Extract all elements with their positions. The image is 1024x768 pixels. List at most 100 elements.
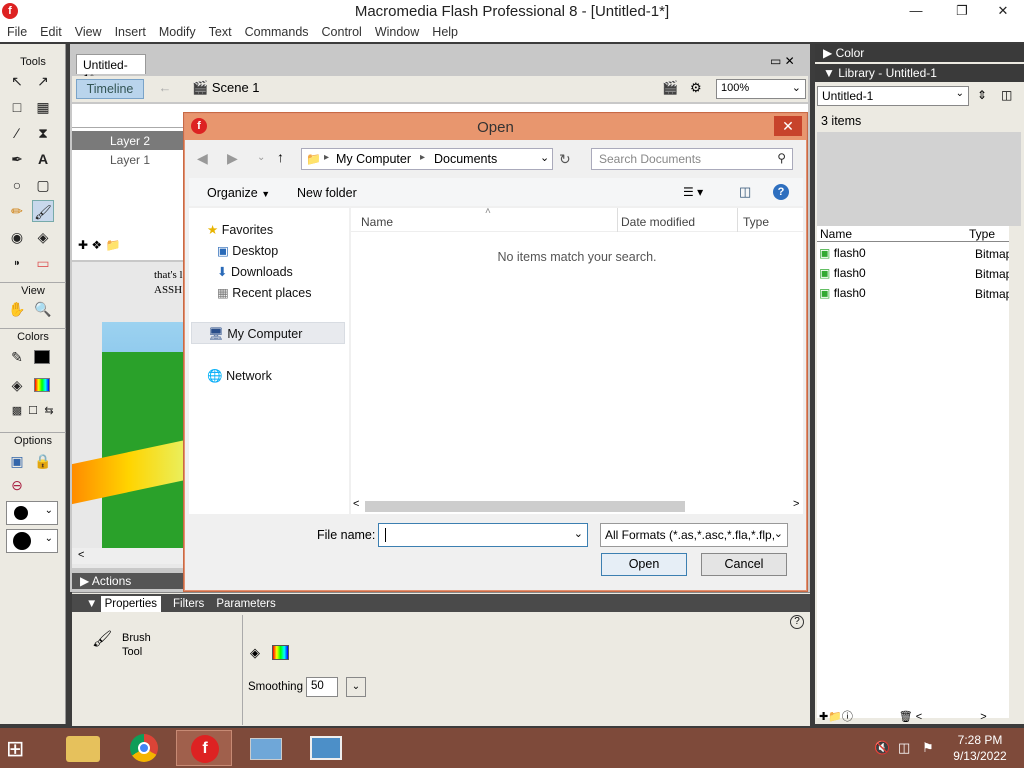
lock-fill-icon[interactable]: 🔒 <box>32 450 54 472</box>
menu-commands[interactable]: Commands <box>238 24 315 39</box>
tab-filters[interactable]: Filters <box>167 596 210 612</box>
network-status-icon[interactable]: ◫ <box>898 740 910 756</box>
back-icon[interactable]: ◀ <box>197 150 208 167</box>
ink-bottle-tool-icon[interactable]: ◉ <box>6 226 28 248</box>
up-icon[interactable]: ↑ <box>277 149 284 165</box>
text-tool-icon[interactable]: A <box>32 148 54 170</box>
menu-edit[interactable]: Edit <box>33 24 68 39</box>
object-drawing-icon[interactable]: ▣ <box>6 450 28 472</box>
fill-color-button[interactable] <box>272 645 289 660</box>
menu-insert[interactable]: Insert <box>108 24 152 39</box>
menu-window[interactable]: Window <box>368 24 425 39</box>
close-window-button[interactable]: ✕ <box>982 0 1024 22</box>
subselection-tool-icon[interactable]: ↗ <box>32 70 54 92</box>
breadcrumb-documents[interactable]: Documents <box>434 152 497 166</box>
brush-mode-icon[interactable]: ⊖ <box>6 474 28 496</box>
app-taskbar-2[interactable] <box>298 730 354 766</box>
library-select[interactable]: Untitled-1 ⌄ <box>817 86 969 106</box>
tab-parameters[interactable]: Parameters <box>210 596 281 612</box>
line-tool-icon[interactable]: ∕ <box>6 122 28 144</box>
nav-recent-places[interactable]: ▦ Recent places <box>217 285 312 300</box>
col-type[interactable]: Type <box>743 215 769 229</box>
nav-desktop[interactable]: ▣ Desktop <box>217 243 278 258</box>
layer-row-2[interactable]: Layer 2 <box>72 131 188 150</box>
dialog-close-button[interactable]: ✕ <box>774 116 802 136</box>
color-panel-header[interactable]: ▶ Color <box>815 44 1024 62</box>
free-transform-tool-icon[interactable]: □ <box>6 96 28 118</box>
menu-modify[interactable]: Modify <box>152 24 202 39</box>
new-library-panel-icon[interactable]: ◫ <box>1001 88 1012 102</box>
start-windows-icon[interactable]: ⊞ <box>6 736 24 762</box>
chevron-down-icon[interactable]: ⌄ <box>574 527 583 540</box>
clock[interactable]: 7:28 PM 9/13/2022 <box>950 732 1010 764</box>
chevron-down-icon[interactable]: ⌄ <box>540 151 549 164</box>
nav-network[interactable]: 🌐 Network <box>207 369 272 384</box>
add-layer-icons[interactable]: ✚ ❖ 📁 <box>78 238 120 252</box>
oval-tool-icon[interactable]: ○ <box>6 174 28 196</box>
nav-my-computer[interactable]: 🖥 My Computer <box>191 322 345 344</box>
organize-button[interactable]: Organize ▼ <box>207 186 270 200</box>
change-view-icon[interactable]: ☰ ▾ <box>683 185 703 199</box>
rectangle-tool-icon[interactable]: ▢ <box>32 174 54 196</box>
menu-text[interactable]: Text <box>202 24 238 39</box>
help-icon[interactable]: ? <box>773 184 789 200</box>
hand-tool-icon[interactable]: ✋ <box>6 298 28 320</box>
menu-file[interactable]: File <box>0 24 33 39</box>
col-date-modified[interactable]: Date modified <box>621 215 695 229</box>
action-center-icon[interactable]: ⚑ <box>922 740 934 756</box>
restore-button[interactable]: ❐ <box>946 0 978 22</box>
app-taskbar-1[interactable] <box>238 730 294 766</box>
col-type[interactable]: Type <box>969 227 995 241</box>
library-item[interactable]: ▣ flash0 Bitmap <box>819 266 1009 286</box>
file-explorer-taskbar[interactable] <box>56 730 112 766</box>
edit-scene-icon[interactable]: 🎬 <box>662 80 678 96</box>
eyedropper-tool-icon[interactable]: ⁍ <box>6 252 28 274</box>
lasso-tool-icon[interactable]: ⧗ <box>32 122 54 144</box>
breadcrumb-my-computer[interactable]: My Computer <box>336 152 411 166</box>
volume-muted-icon[interactable]: 🔇 <box>874 740 890 756</box>
library-item[interactable]: ▣ flash0 Bitmap <box>819 286 1009 306</box>
layer-row-1[interactable]: Layer 1 <box>72 150 188 169</box>
doc-window-buttons[interactable]: ▭ ✕ <box>770 54 795 68</box>
horizontal-scrollbar[interactable]: < > <box>351 498 803 514</box>
smoothing-dropdown[interactable]: ⌄ <box>346 677 366 697</box>
swap-colors-icon[interactable]: ⇆ <box>38 400 60 422</box>
preview-pane-icon[interactable]: ◫ <box>739 184 751 200</box>
recent-locations-icon[interactable]: ⌄ <box>257 152 265 163</box>
cancel-button[interactable]: Cancel <box>701 553 787 576</box>
back-arrow-icon[interactable]: ← <box>150 80 180 98</box>
selection-tool-icon[interactable]: ↖ <box>6 70 28 92</box>
document-tab[interactable]: Untitled-1* <box>76 54 146 86</box>
scene-name[interactable]: Scene 1 <box>212 80 260 95</box>
smoothing-input[interactable]: 50 <box>306 677 338 697</box>
new-folder-button[interactable]: New folder <box>297 186 357 200</box>
brush-tool-icon[interactable]: 🖌 <box>32 200 54 222</box>
edit-symbol-icon[interactable]: ⚙ <box>690 80 702 96</box>
pencil-tool-icon[interactable]: ✏ <box>6 200 28 222</box>
nav-favorites[interactable]: ★ Favorites <box>207 222 273 237</box>
eraser-tool-icon[interactable]: ▭ <box>32 252 54 274</box>
file-type-select[interactable]: All Formats (*.as,*.asc,*.fla,*.flp, ⌄ <box>600 523 788 547</box>
chrome-taskbar[interactable] <box>116 730 172 766</box>
col-name[interactable]: Name <box>820 227 852 241</box>
brush-size-select[interactable]: ⌄ <box>6 501 58 525</box>
filename-input[interactable]: ⌄ <box>378 523 588 547</box>
scroll-left-icon[interactable]: < <box>353 498 359 510</box>
timeline-button[interactable]: Timeline <box>76 79 144 99</box>
stroke-color-swatch[interactable] <box>34 350 50 364</box>
stage-scrollbar[interactable]: < <box>72 548 186 564</box>
tab-properties[interactable]: ▼ Properties <box>72 594 167 614</box>
library-footer-icons[interactable]: ✚📁ⓘ 🗑 < > <box>815 708 1024 724</box>
minimize-button[interactable]: — <box>900 0 932 22</box>
scroll-right-icon[interactable]: > <box>793 498 799 510</box>
fill-color-swatch[interactable] <box>34 378 50 392</box>
flash-taskbar[interactable]: f <box>176 730 232 766</box>
library-panel-header[interactable]: ▼ Library - Untitled-1 <box>815 64 1024 82</box>
library-item[interactable]: ▣ flash0 Bitmap <box>819 246 1009 266</box>
forward-icon[interactable]: ▶ <box>227 150 238 167</box>
scroll-thumb[interactable] <box>365 501 685 512</box>
search-input[interactable]: Search Documents ⚲ <box>591 148 793 170</box>
menu-control[interactable]: Control <box>315 24 368 39</box>
address-bar[interactable]: 📁 ▸ My Computer ▸ Documents ⌄ <box>301 148 553 170</box>
brush-shape-select[interactable]: ⌄ <box>6 529 58 553</box>
